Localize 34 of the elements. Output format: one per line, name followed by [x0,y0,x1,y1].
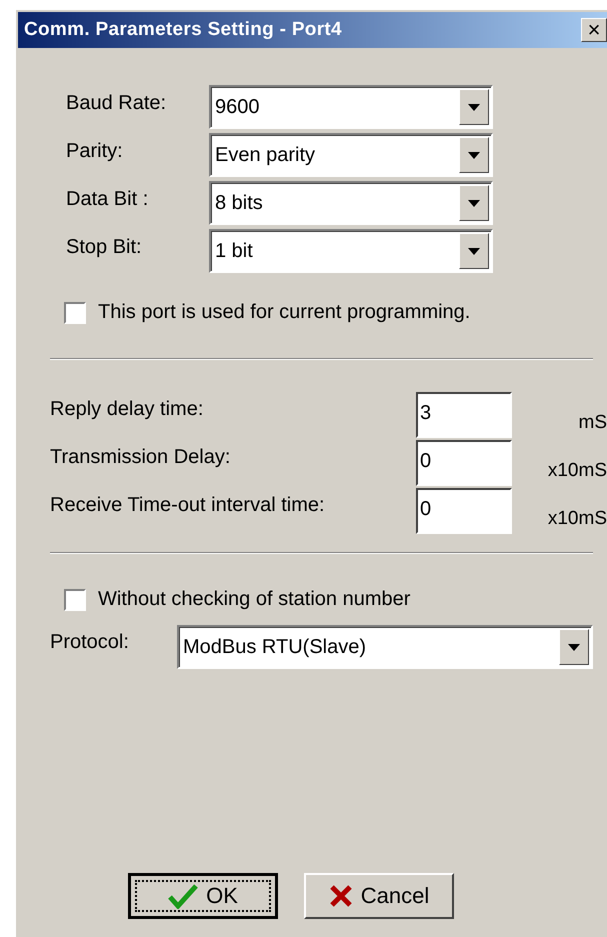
caret-icon [468,104,480,110]
checkmark-icon [168,883,198,909]
field-label: Stop Bit: [65,236,143,258]
cancel-button[interactable]: Cancel [304,873,454,919]
unit-label: mS [578,412,607,434]
field-label: Transmission Delay: [50,446,232,469]
field-label: Protocol: [50,630,130,654]
checkbox[interactable] [64,588,86,610]
field-label: Receive Time-out interval time: [50,494,326,517]
dropdown[interactable]: Even parity [209,133,493,177]
field-label: Data Bit : [65,188,150,210]
caret-icon [468,152,480,158]
caret-icon [568,644,580,650]
checkbox-label: This port is used for current programming. [98,301,470,324]
input-field[interactable]: 0 [416,488,512,534]
dropdown[interactable]: ModBus RTU(Slave) [177,625,593,669]
window-title: Comm. Parameters Setting - Port4 [24,19,342,41]
input-field[interactable]: 3 [416,392,512,438]
dropdown[interactable]: 8 bits [209,181,493,225]
checkbox-label: Without checking of station number [98,588,410,611]
input-field[interactable]: 0 [416,440,512,486]
unit-label: x10mS [548,460,607,482]
field-label: Parity: [65,140,124,162]
unit-label: x10mS [548,508,607,530]
checkbox[interactable] [64,302,86,324]
caret-icon [468,248,480,254]
field-label: Reply delay time: [50,398,204,421]
caret-icon [468,200,480,206]
dropdown[interactable]: 9600 [209,85,493,129]
x-icon [328,884,353,908]
field-label: Baud Rate: [65,92,168,114]
close-button[interactable]: × [581,18,607,42]
ok-button[interactable]: OK [128,873,278,919]
dropdown[interactable]: 1 bit [209,229,493,273]
